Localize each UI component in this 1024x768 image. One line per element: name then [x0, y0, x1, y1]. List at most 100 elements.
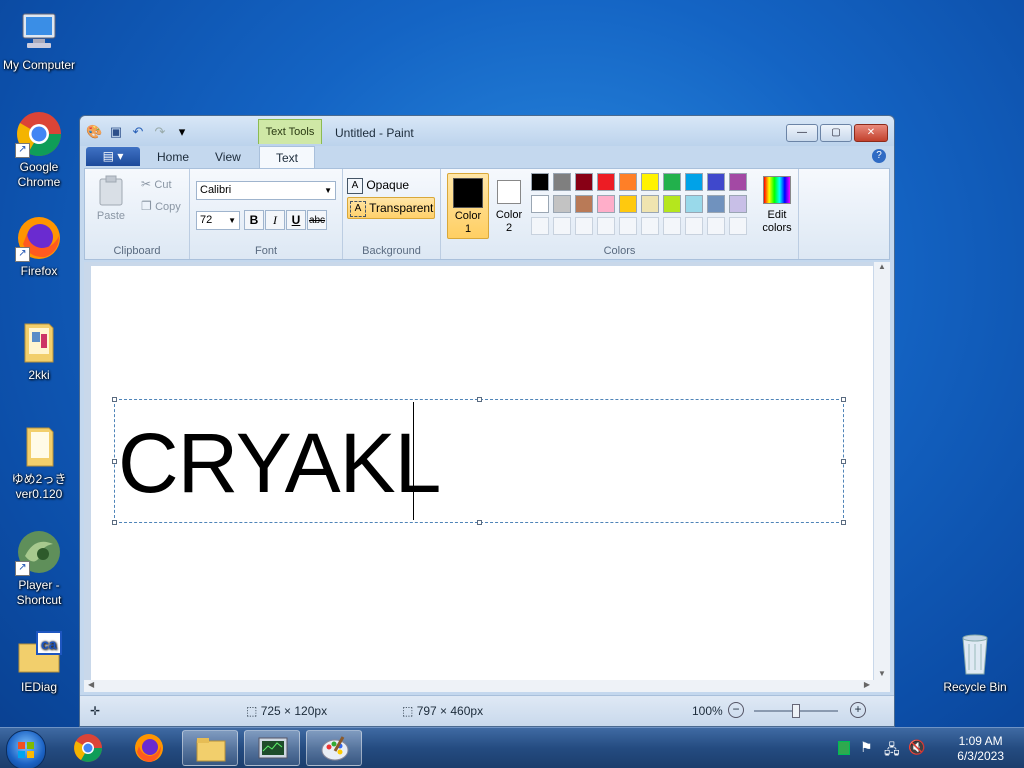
desktop-icon-my-computer[interactable]: My Computer: [1, 8, 77, 73]
resize-handle[interactable]: [477, 520, 482, 525]
font-size-select[interactable]: 72 ▼: [196, 211, 240, 230]
palette-swatch[interactable]: [707, 173, 725, 191]
palette-swatch[interactable]: [575, 195, 593, 213]
customize-qat-icon[interactable]: ▾: [174, 124, 190, 140]
resize-handle[interactable]: [112, 459, 117, 464]
paint-menu-button[interactable]: ▤ ▾: [86, 147, 140, 166]
resize-handle[interactable]: [841, 397, 846, 402]
zoom-slider-thumb[interactable]: [792, 704, 800, 718]
opaque-button[interactable]: A Opaque: [347, 175, 435, 195]
desktop-icon-google-chrome[interactable]: ↗ Google Chrome: [1, 110, 77, 190]
palette-swatch[interactable]: [707, 195, 725, 213]
palette-swatch[interactable]: [619, 195, 637, 213]
palette-swatch[interactable]: [641, 173, 659, 191]
paint-app-icon[interactable]: 🎨: [86, 124, 102, 140]
redo-icon[interactable]: ↷: [152, 124, 168, 140]
tab-text[interactable]: Text: [259, 146, 316, 169]
desktop-icon-player-shortcut[interactable]: ↗ Player - Shortcut: [1, 528, 77, 608]
maximize-button[interactable]: ▢: [820, 124, 852, 142]
canvas[interactable]: CRYAKL: [91, 266, 873, 680]
resize-handle[interactable]: [841, 520, 846, 525]
palette-swatch[interactable]: [531, 195, 549, 213]
color2-button[interactable]: Color 2: [491, 173, 527, 237]
tab-view[interactable]: View: [215, 150, 241, 164]
underline-button[interactable]: U: [286, 210, 306, 230]
palette-swatch[interactable]: [553, 173, 571, 191]
palette-swatch[interactable]: [663, 195, 681, 213]
tab-home[interactable]: Home: [157, 150, 189, 164]
palette-swatch[interactable]: [685, 173, 703, 191]
desktop-icon-2kki[interactable]: 2kki: [1, 318, 77, 383]
text-box[interactable]: CRYAKL: [112, 397, 846, 525]
color2-swatch: [497, 180, 521, 204]
edit-colors-button[interactable]: Edit colors: [757, 173, 797, 235]
transparent-button[interactable]: A Transparent: [347, 197, 435, 219]
desktop-icon-recycle-bin[interactable]: Recycle Bin: [937, 630, 1013, 695]
undo-icon[interactable]: ↶: [130, 124, 146, 140]
resize-handle[interactable]: [841, 459, 846, 464]
palette-empty-slot[interactable]: [641, 217, 659, 235]
palette-swatch[interactable]: [619, 173, 637, 191]
zoom-slider[interactable]: [754, 704, 838, 718]
font-family-select[interactable]: Calibri ▼: [196, 181, 336, 200]
close-button[interactable]: ✕: [854, 124, 888, 142]
tray-app-icon[interactable]: [838, 741, 850, 755]
palette-empty-slot[interactable]: [707, 217, 725, 235]
taskbar-paint[interactable]: [306, 730, 362, 766]
italic-button[interactable]: I: [265, 210, 285, 230]
palette-empty-slot[interactable]: [531, 217, 549, 235]
taskbar-task-manager[interactable]: [244, 730, 300, 766]
palette-empty-slot[interactable]: [729, 217, 747, 235]
color1-button[interactable]: Color 1: [447, 173, 489, 239]
text-box-content[interactable]: CRYAKL: [118, 408, 441, 518]
palette-empty-slot[interactable]: [685, 217, 703, 235]
strikethrough-button[interactable]: abc: [307, 210, 327, 230]
zoom-out-icon[interactable]: −: [728, 702, 744, 718]
scroll-down-icon[interactable]: ▼: [874, 669, 890, 678]
palette-empty-slot[interactable]: [663, 217, 681, 235]
palette-swatch[interactable]: [575, 173, 593, 191]
network-icon[interactable]: 🖧: [884, 739, 900, 763]
desktop-icon-firefox[interactable]: ↗ Firefox: [1, 214, 77, 279]
palette-swatch[interactable]: [685, 195, 703, 213]
paste-button[interactable]: Paste: [93, 175, 129, 222]
resize-handle[interactable]: [477, 397, 482, 402]
palette-swatch[interactable]: [729, 173, 747, 191]
title-bar[interactable]: 🎨 ▣ ↶ ↷ ▾ Text Tools Untitled - Paint — …: [80, 116, 894, 146]
taskbar-chrome[interactable]: [60, 730, 116, 766]
desktop-icon-iediag[interactable]: ca IEDiag: [1, 630, 77, 695]
scroll-left-icon[interactable]: ◀: [88, 680, 94, 689]
zoom-in-icon[interactable]: +: [850, 702, 866, 718]
volume-muted-icon[interactable]: 🔇: [908, 739, 925, 756]
help-icon[interactable]: ?: [872, 149, 886, 163]
palette-empty-slot[interactable]: [597, 217, 615, 235]
taskbar-firefox[interactable]: [121, 730, 177, 766]
palette-empty-slot[interactable]: [553, 217, 571, 235]
palette-swatch[interactable]: [531, 173, 549, 191]
action-center-flag-icon[interactable]: ⚑: [860, 739, 873, 756]
minimize-button[interactable]: —: [786, 124, 818, 142]
copy-button[interactable]: ❐ Copy: [141, 199, 181, 213]
palette-empty-slot[interactable]: [619, 217, 637, 235]
vertical-scrollbar[interactable]: ▲ ▼: [874, 262, 890, 692]
palette-swatch[interactable]: [597, 173, 615, 191]
palette-swatch[interactable]: [663, 173, 681, 191]
horizontal-scrollbar[interactable]: ◀ ▶: [84, 680, 874, 692]
cut-button[interactable]: ✂ Cut: [141, 177, 172, 191]
clock[interactable]: 1:09 AM 6/3/2023: [957, 734, 1004, 764]
scroll-right-icon[interactable]: ▶: [864, 680, 870, 689]
save-icon[interactable]: ▣: [108, 124, 124, 140]
taskbar-explorer[interactable]: [182, 730, 238, 766]
palette-swatch[interactable]: [597, 195, 615, 213]
palette-empty-slot[interactable]: [575, 217, 593, 235]
desktop-icon-yume2kki[interactable]: ゆめ2っき ver0.120: [1, 422, 77, 502]
scroll-up-icon[interactable]: ▲: [874, 262, 890, 271]
palette-swatch[interactable]: [641, 195, 659, 213]
palette-swatch[interactable]: [729, 195, 747, 213]
clock-time: 1:09 AM: [958, 734, 1003, 748]
palette-swatch[interactable]: [553, 195, 571, 213]
resize-handle[interactable]: [112, 520, 117, 525]
resize-handle[interactable]: [112, 397, 117, 402]
bold-button[interactable]: B: [244, 210, 264, 230]
start-button[interactable]: [6, 730, 46, 768]
